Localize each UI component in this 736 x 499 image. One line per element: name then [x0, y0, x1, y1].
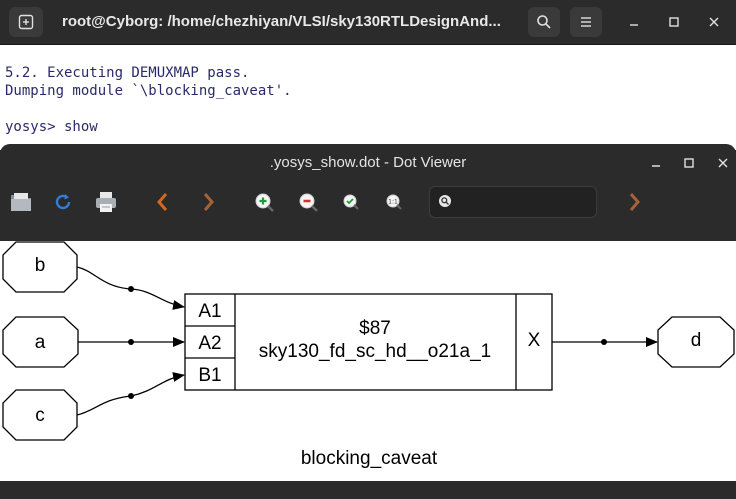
print-button[interactable]	[92, 188, 120, 216]
folder-icon	[11, 193, 31, 211]
input-label-b: b	[35, 255, 46, 276]
chevron-right-icon	[629, 193, 640, 211]
printer-icon	[96, 192, 116, 212]
terminal-title: root@Cyborg: /home/chezhiyan/VLSI/sky130…	[62, 13, 501, 30]
find-next-button[interactable]	[620, 188, 648, 216]
terminal-line: 5.2. Executing DEMUXMAP pass.	[5, 65, 250, 81]
viewer-title: .yosys_show.dot - Dot Viewer	[269, 154, 467, 171]
zoom-in-icon	[255, 193, 274, 212]
zoom-out-button[interactable]	[294, 188, 322, 216]
new-tab-icon	[18, 14, 34, 30]
module-name-label: blocking_caveat	[301, 448, 438, 469]
input-node-c[interactable]: c	[2, 389, 78, 441]
viewer-maximize-button[interactable]	[679, 153, 699, 173]
terminal-line: Dumping module `\blocking_caveat'.	[5, 83, 292, 99]
chevron-right-icon	[203, 193, 214, 211]
input-label-a: a	[35, 332, 46, 353]
zoom-original-icon: 1:1	[386, 194, 402, 210]
terminal-maximize-button[interactable]	[664, 12, 684, 32]
output-label-d: d	[691, 330, 702, 351]
terminal-output[interactable]: 5.2. Executing DEMUXMAP pass. Dumping mo…	[0, 45, 736, 150]
close-icon	[718, 158, 728, 168]
find-search-icon	[439, 195, 451, 207]
cell-port-x: X	[528, 330, 541, 351]
terminal-minimize-button[interactable]	[624, 12, 644, 32]
netlist-graph[interactable]: b a c d A1 A2 B1 $87 sky130_fd_sc_hd__o2…	[0, 241, 736, 481]
terminal-close-button[interactable]	[704, 12, 724, 32]
open-file-button[interactable]	[7, 188, 35, 216]
cell-port-a2: A2	[198, 333, 221, 354]
cell-node[interactable]: A1 A2 B1 $87 sky130_fd_sc_hd__o21a_1 X	[184, 293, 553, 391]
zoom-in-button[interactable]	[250, 188, 278, 216]
edge-d	[552, 337, 658, 347]
cell-port-a1: A1	[198, 301, 221, 322]
input-label-c: c	[35, 405, 45, 426]
find-box[interactable]	[429, 186, 597, 218]
maximize-icon	[669, 17, 679, 27]
zoom-out-icon	[299, 193, 318, 212]
reload-button[interactable]	[49, 188, 77, 216]
minimize-icon	[652, 165, 660, 167]
edge-c	[76, 372, 185, 416]
zoom-fit-button[interactable]	[337, 188, 365, 216]
chevron-left-icon	[157, 193, 168, 211]
reload-icon	[55, 194, 71, 210]
maximize-icon	[684, 158, 694, 168]
search-button[interactable]	[528, 7, 560, 37]
new-tab-button[interactable]	[9, 7, 43, 37]
terminal-titlebar: root@Cyborg: /home/chezhiyan/VLSI/sky130…	[0, 0, 736, 45]
search-icon	[537, 15, 551, 29]
terminal-prompt-line: yosys> show	[5, 119, 98, 135]
close-icon	[709, 17, 719, 27]
svg-text:1:1: 1:1	[388, 199, 398, 206]
dot-viewer-window: .yosys_show.dot - Dot Viewer 1:1 b a c d…	[0, 144, 736, 499]
cell-id: $87	[359, 318, 391, 339]
viewer-minimize-button[interactable]	[646, 153, 666, 173]
graph-canvas[interactable]: b a c d A1 A2 B1 $87 sky130_fd_sc_hd__o2…	[0, 241, 736, 481]
edge-b	[76, 266, 185, 310]
zoom-100-button[interactable]: 1:1	[380, 188, 408, 216]
viewer-titlebar: .yosys_show.dot - Dot Viewer	[0, 144, 736, 182]
viewer-close-button[interactable]	[713, 153, 733, 173]
find-input[interactable]	[460, 191, 594, 215]
input-node-b[interactable]: b	[2, 241, 78, 293]
minimize-icon	[630, 24, 638, 26]
input-node-a[interactable]: a	[2, 316, 79, 368]
output-node-d[interactable]: d	[657, 316, 735, 368]
cell-type: sky130_fd_sc_hd__o21a_1	[259, 341, 491, 362]
forward-button[interactable]	[194, 188, 222, 216]
zoom-fit-icon	[343, 194, 359, 210]
hamburger-menu-icon	[581, 17, 591, 27]
menu-button[interactable]	[570, 7, 602, 37]
edge-a	[78, 337, 185, 347]
cell-port-b1: B1	[198, 365, 221, 386]
back-button[interactable]	[149, 188, 177, 216]
terminal-window: root@Cyborg: /home/chezhiyan/VLSI/sky130…	[0, 0, 736, 150]
